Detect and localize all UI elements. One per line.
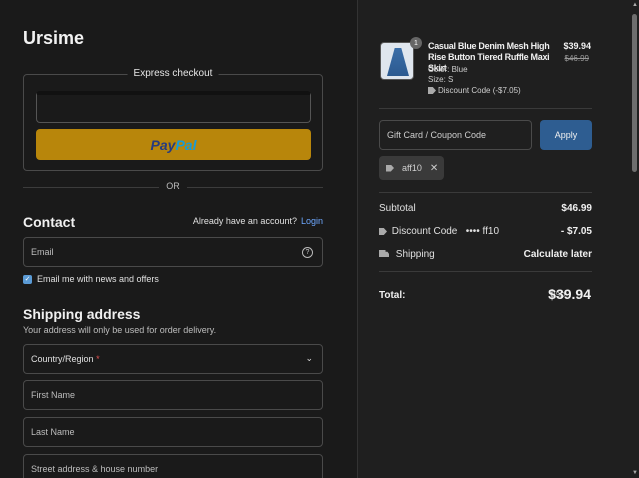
express-pay-button[interactable] [36, 91, 311, 123]
product-size: Size: S [428, 75, 454, 84]
divider [379, 192, 592, 193]
total-label: Total: [379, 290, 406, 301]
first-name-placeholder: First Name [31, 390, 76, 400]
subtotal-value: $46.99 [561, 203, 592, 214]
express-checkout-section: Express checkout Pay Pal [23, 68, 323, 171]
divider [379, 271, 592, 272]
paypal-logo-pay: Pay [150, 136, 176, 153]
total-value: $39.94 [548, 286, 591, 302]
newsletter-label: Email me with news and offers [37, 274, 159, 284]
product-color: Color: Blue [428, 65, 468, 74]
login-link[interactable]: Login [301, 216, 323, 226]
express-checkout-label: Express checkout [127, 68, 219, 79]
newsletter-checkbox[interactable]: ✓ [23, 274, 32, 284]
checkout-form-panel: Ursime Express checkout Pay Pal OR Contac… [0, 0, 357, 478]
divider-line [187, 187, 323, 188]
truck-icon [379, 250, 389, 257]
quantity-badge: 1 [410, 37, 422, 49]
contact-heading: Contact [23, 214, 76, 230]
street-address-field[interactable]: Street address & house number [23, 454, 323, 478]
paypal-logo-pal: Pal [175, 136, 197, 153]
product-original-price: $46.99 [564, 54, 589, 63]
remove-coupon-icon[interactable]: ✕ [430, 163, 438, 174]
street-placeholder: Street address & house number [31, 464, 159, 474]
apply-button[interactable]: Apply [540, 120, 592, 150]
paypal-button[interactable]: Pay Pal [36, 129, 311, 160]
last-name-placeholder: Last Name [31, 427, 75, 437]
shipping-label: Shipping [395, 249, 435, 260]
help-icon[interactable]: ? [302, 247, 313, 258]
discount-row: Discount Code •••• ff10 - $7.05 [379, 226, 592, 237]
scroll-up-arrow[interactable]: ▲ [632, 2, 638, 8]
discount-code-masked: •••• ff10 [465, 226, 499, 237]
shipping-heading: Shipping address [23, 306, 141, 322]
skirt-image [387, 48, 409, 76]
scrollbar-thumb[interactable] [632, 14, 637, 172]
applied-coupon-chip: aff10 ✕ [379, 156, 444, 180]
coupon-input[interactable]: Gift Card / Coupon Code [379, 120, 532, 150]
divider [379, 108, 592, 109]
coupon-placeholder: Gift Card / Coupon Code [387, 130, 487, 140]
account-prompt: Already have an account? Login [193, 216, 323, 226]
applied-coupon-code: aff10 [402, 163, 422, 173]
discount-label: Discount Code [391, 226, 458, 237]
tag-icon [379, 228, 387, 235]
discount-value: - $7.05 [560, 226, 592, 237]
scroll-down-arrow[interactable]: ▼ [632, 470, 638, 476]
subtotal-label: Subtotal [379, 203, 416, 214]
tag-icon [428, 87, 436, 94]
shipping-note: Your address will only be used for order… [23, 325, 217, 335]
newsletter-option[interactable]: ✓ Email me with news and offers [23, 274, 159, 284]
country-select[interactable]: Country/Region * ⌄ [23, 344, 323, 374]
country-placeholder: Country/Region [31, 354, 94, 364]
product-discount-label: Discount Code (-$7.05) [438, 86, 521, 95]
or-divider: OR [23, 181, 323, 193]
product-discount: Discount Code (-$7.05) [428, 86, 521, 95]
subtotal-row: Subtotal $46.99 [379, 203, 592, 214]
required-mark: * [96, 354, 100, 364]
product-thumbnail [380, 42, 414, 80]
shipping-value: Calculate later [523, 249, 592, 260]
tag-icon [386, 164, 394, 172]
shipping-row: Shipping Calculate later [379, 249, 592, 260]
or-label: OR [166, 181, 180, 191]
account-text: Already have an account? [192, 216, 297, 226]
order-summary-panel: 1 Casual Blue Denim Mesh High Rise Butto… [357, 0, 639, 478]
chevron-down-icon: ⌄ [305, 353, 313, 363]
first-name-field[interactable]: First Name [23, 380, 323, 410]
store-logo[interactable]: Ursime [23, 28, 84, 49]
last-name-field[interactable]: Last Name [23, 417, 323, 447]
email-placeholder: Email [31, 247, 54, 257]
email-field[interactable]: Email ? [23, 237, 323, 267]
product-price: $39.94 [563, 41, 591, 51]
